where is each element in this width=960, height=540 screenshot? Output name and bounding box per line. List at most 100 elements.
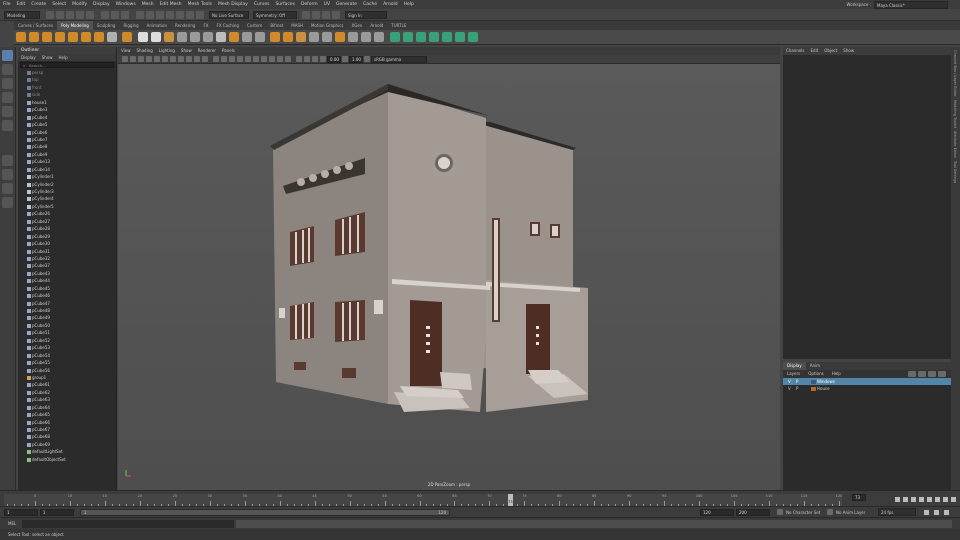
layout-uv-icon[interactable]: [467, 32, 478, 42]
outliner-item[interactable]: top: [18, 76, 116, 83]
render-settings-icon[interactable]: [322, 10, 330, 19]
motion-blur-icon[interactable]: [269, 56, 275, 62]
time-ruler[interactable]: 5 10 15 20 25 30 35 40 45 50 55 60 65 70 75 80 85 90 95 100…: [4, 494, 842, 506]
magnet-icon[interactable]: [186, 10, 194, 19]
side-tab-channel-box-layer-editor[interactable]: Channel Box / Layer Editor: [953, 50, 957, 97]
isolate-select-icon[interactable]: [296, 56, 302, 62]
bevel-icon[interactable]: [296, 32, 306, 42]
new-layer-selected-icon[interactable]: [938, 371, 946, 377]
live-surface-field[interactable]: No Live Surface: [209, 10, 249, 19]
channel-menu-object[interactable]: Object: [821, 47, 840, 55]
outliner-search[interactable]: ⌕ Search...: [20, 62, 114, 68]
outliner-item[interactable]: pCube29: [18, 233, 116, 240]
render-frame-icon[interactable]: [302, 10, 310, 19]
extrude-icon[interactable]: [283, 32, 293, 42]
hypershade-icon[interactable]: [332, 10, 340, 19]
outliner-item[interactable]: pCube61: [18, 381, 116, 388]
go-end-icon[interactable]: [950, 497, 956, 502]
outliner-item[interactable]: side: [18, 91, 116, 98]
menuset-dropdown[interactable]: Modeling: [4, 10, 40, 19]
history-icon[interactable]: [196, 10, 204, 19]
sign-in-button[interactable]: Sign In: [345, 10, 387, 19]
mirror-icon[interactable]: [202, 32, 213, 42]
menu-edit-mesh[interactable]: Edit Mesh: [157, 0, 185, 9]
multi-cut-icon[interactable]: [348, 32, 358, 42]
menu-cache[interactable]: Cache: [360, 0, 380, 9]
open-scene-icon[interactable]: [56, 10, 64, 19]
menu-mesh-tools[interactable]: Mesh Tools: [185, 0, 215, 9]
outliner-item[interactable]: pCube62: [18, 389, 116, 396]
outliner-item[interactable]: pCube30: [18, 240, 116, 247]
outliner-item[interactable]: pCylinder2: [18, 181, 116, 188]
undo-icon[interactable]: [76, 10, 84, 19]
outliner-item[interactable]: house1: [18, 99, 116, 106]
grid-icon[interactable]: [154, 56, 160, 62]
layer-color-swatch[interactable]: [811, 379, 816, 384]
step-forward-key-icon[interactable]: [942, 497, 948, 502]
viewport-menu-view[interactable]: View: [118, 47, 134, 55]
cmdline-mode[interactable]: MEL: [8, 521, 16, 526]
layer-menu-help[interactable]: Help: [828, 370, 845, 378]
menu-display[interactable]: Display: [90, 0, 113, 9]
poly-sphere-icon[interactable]: [15, 32, 26, 42]
menu-mesh-display[interactable]: Mesh Display: [215, 0, 251, 9]
layer-menu-options[interactable]: Options: [804, 370, 827, 378]
step-back-frame-icon[interactable]: [910, 497, 916, 502]
new-layer-icon[interactable]: [928, 371, 936, 377]
outliner-item[interactable]: pCube44: [18, 277, 116, 284]
combine-icon[interactable]: [176, 32, 187, 42]
poly-cube-icon[interactable]: [28, 32, 39, 42]
poly-cylinder-icon[interactable]: [41, 32, 52, 42]
layer-visibility-toggle[interactable]: V: [788, 385, 791, 392]
go-start-icon[interactable]: [894, 497, 900, 502]
command-input[interactable]: [22, 520, 234, 528]
outliner-item[interactable]: pCube56: [18, 367, 116, 374]
append-icon[interactable]: [309, 32, 319, 42]
layer-visibility-toggle[interactable]: V: [788, 378, 791, 385]
outliner-item[interactable]: pCube48: [18, 307, 116, 314]
four-view-icon[interactable]: [2, 169, 13, 180]
side-tab-tool-settings[interactable]: Tool Settings: [953, 161, 957, 183]
cut-uv-icon[interactable]: [428, 32, 439, 42]
camera-attributes-icon[interactable]: [130, 56, 136, 62]
channel-menu-edit[interactable]: Edit: [808, 47, 822, 55]
outliner-item[interactable]: pCube64: [18, 404, 116, 411]
save-scene-icon[interactable]: [66, 10, 74, 19]
shelf-tab-rendering[interactable]: Rendering: [171, 21, 199, 30]
boolean-icon[interactable]: [228, 32, 239, 42]
workspace-dropdown[interactable]: Maya Classic*: [874, 0, 948, 9]
outliner-item[interactable]: pCube54: [18, 352, 116, 359]
use-lights-icon[interactable]: [245, 56, 251, 62]
menu-curves[interactable]: Curves: [251, 0, 273, 9]
paint-select-icon[interactable]: [2, 78, 13, 89]
outliner-item[interactable]: pCube66: [18, 419, 116, 426]
viewport-3d[interactable]: 2D Pan/Zoom : persp: [118, 64, 780, 490]
resolution-gate-icon[interactable]: [170, 56, 176, 62]
shelf-tab-rigging[interactable]: Rigging: [119, 21, 142, 30]
outliner-item[interactable]: pCube26: [18, 210, 116, 217]
layer-playback-toggle[interactable]: P: [796, 385, 798, 392]
redo-icon[interactable]: [86, 10, 94, 19]
outliner-item[interactable]: pCube69: [18, 441, 116, 448]
wireframe-icon[interactable]: [213, 56, 219, 62]
outliner-item[interactable]: front: [18, 84, 116, 91]
auto-key-icon[interactable]: [933, 510, 939, 515]
outliner-item[interactable]: pCube6: [18, 129, 116, 136]
target-weld-icon[interactable]: [361, 32, 371, 42]
end-time-field[interactable]: 200: [736, 509, 770, 516]
shelf-tab-custom[interactable]: Custom: [243, 21, 266, 30]
smooth-shade-icon[interactable]: [221, 56, 227, 62]
poly-disc-icon[interactable]: [93, 32, 104, 42]
separate-icon[interactable]: [189, 32, 200, 42]
snap-grid-icon[interactable]: [136, 10, 144, 19]
outliner-item[interactable]: pCube43: [18, 270, 116, 277]
color-management-icon[interactable]: [364, 56, 370, 62]
menu-arnold[interactable]: Arnold: [380, 0, 401, 9]
outliner-item[interactable]: pCube51: [18, 329, 116, 336]
shelf-tab-motion-graphics[interactable]: Motion Graphics: [307, 21, 348, 30]
single-perspective-icon[interactable]: [2, 155, 13, 166]
menu-generate[interactable]: Generate: [333, 0, 360, 9]
gate-mask-icon[interactable]: [178, 56, 184, 62]
outliner-item[interactable]: defaultLightSet: [18, 448, 116, 455]
poly-cone-icon[interactable]: [54, 32, 65, 42]
